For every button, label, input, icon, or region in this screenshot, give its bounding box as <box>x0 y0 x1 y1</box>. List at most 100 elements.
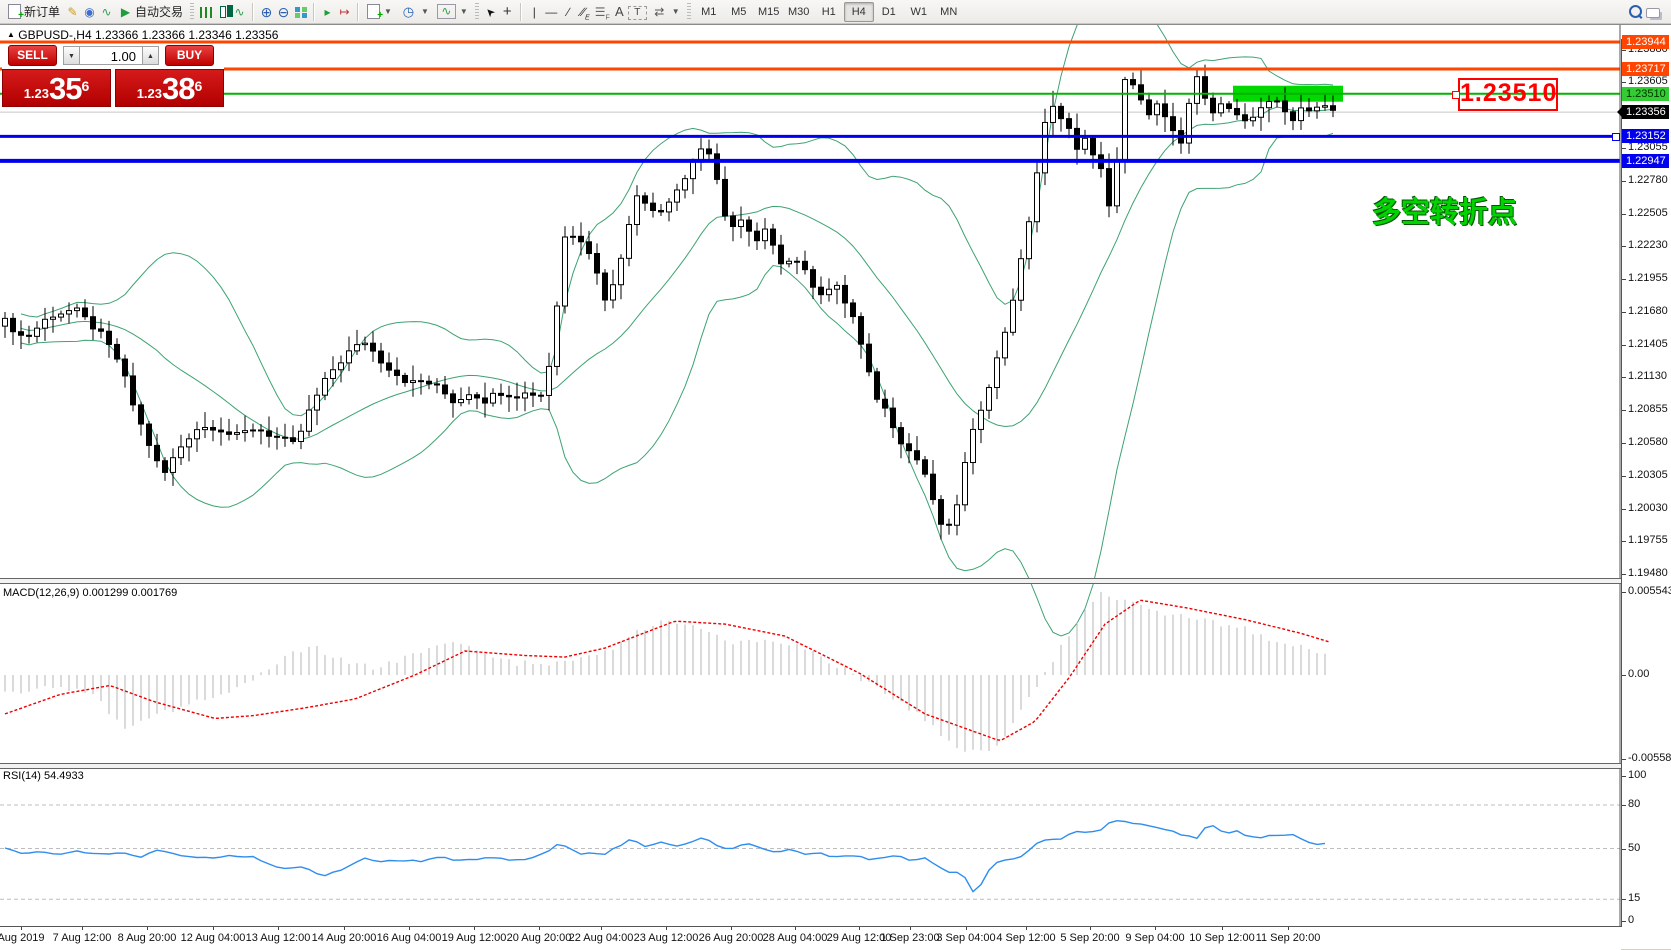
zoom-out-icon[interactable]: ⊖ <box>275 4 292 20</box>
price-tick: 1.23605 <box>1628 75 1668 87</box>
auto-trading-icon: ▶ <box>119 4 132 20</box>
level-price-badge: 1.23944 <box>1622 35 1669 49</box>
timeframe-mn[interactable]: MN <box>934 2 964 22</box>
price-tick: 1.19480 <box>1628 567 1668 579</box>
time-tick: 7 Aug 12:00 <box>53 932 112 944</box>
channel-tool-icon[interactable]: ∕∕E <box>577 4 594 20</box>
zoom-in-icon[interactable]: ⊕ <box>258 4 275 20</box>
macd-label: MACD(12,26,9) 0.001299 0.001769 <box>3 587 177 599</box>
one-click-trading-panel: SELL ▼ 1.00 ▲ BUY 1.23356 1.23386 <box>2 45 224 111</box>
chart-title: ▲ GBPUSD-,H4 1.23366 1.23366 1.23346 1.2… <box>7 28 278 42</box>
volume-input[interactable]: 1.00 <box>80 46 142 65</box>
fibonacci-tool-icon[interactable]: ☰F <box>594 4 611 20</box>
macd-tick: 0.005543 <box>1628 585 1671 597</box>
time-tick: 20 Aug 20:00 <box>507 932 572 944</box>
horizontal-line-tool-icon[interactable]: — <box>543 4 560 20</box>
time-tick: 12 Aug 04:00 <box>181 932 246 944</box>
level-price-badge: 1.23717 <box>1622 62 1669 76</box>
timeframe-w1[interactable]: W1 <box>904 2 934 22</box>
rsi-tick: 0 <box>1628 914 1634 926</box>
trendline-tool-icon[interactable]: ∕ <box>560 4 577 20</box>
buy-button[interactable]: BUY <box>165 45 214 66</box>
arrows-tool-button[interactable]: ⇄▼ <box>647 2 684 22</box>
price-tick: 1.20855 <box>1628 403 1668 415</box>
timeframe-m30[interactable]: M30 <box>784 2 814 22</box>
arrows-tool-icon: ⇄ <box>651 4 668 20</box>
time-tick: 13 Aug 12:00 <box>246 932 311 944</box>
text-tool-icon[interactable]: A <box>611 4 628 20</box>
time-tick: Aug 2019 <box>0 932 45 944</box>
timeframe-buttons: M1M5M15M30H1H4D1W1MN <box>694 2 964 22</box>
toolbar: + 新订单 ✎ ◉ ∿ ▶ 自动交易 ∿ ⊕ ⊖ ▸ ↦ +▼ ◷▼ ∿▼ ➤ … <box>0 0 1671 24</box>
chinese-annotation[interactable]: 多空转折点 <box>1372 189 1517 231</box>
timeframe-m1[interactable]: M1 <box>694 2 724 22</box>
price-tick: 1.19755 <box>1628 534 1668 546</box>
pane-separator-rsi[interactable] <box>0 763 1621 769</box>
new-order-button[interactable]: + 新订单 <box>4 2 64 22</box>
timeframe-h4[interactable]: H4 <box>844 2 874 22</box>
time-tick: 8 Aug 20:00 <box>118 932 177 944</box>
timeframe-m5[interactable]: M5 <box>724 2 754 22</box>
price-tick: 1.20305 <box>1628 469 1668 481</box>
level-price-badge: 1.23152 <box>1622 129 1669 143</box>
timeframe-m15[interactable]: M15 <box>754 2 784 22</box>
line-anchor-handle[interactable] <box>1452 91 1460 99</box>
price-tick: 1.21405 <box>1628 338 1668 350</box>
rsi-tick: 100 <box>1628 769 1646 781</box>
auto-scroll-icon[interactable]: ▸ <box>319 4 336 20</box>
templates-icon: + <box>367 4 380 19</box>
chart-window: ▲ GBPUSD-,H4 1.23366 1.23366 1.23346 1.2… <box>0 24 1671 949</box>
clock-icon: ◷ <box>400 4 417 20</box>
time-tick: 26 Aug 20:00 <box>699 932 764 944</box>
bar-chart-type-icon[interactable] <box>197 4 214 20</box>
auto-trading-button[interactable]: ▶ 自动交易 <box>115 2 187 22</box>
price-tick: 1.22230 <box>1628 239 1668 251</box>
chart-canvas[interactable] <box>0 25 1621 949</box>
sell-button[interactable]: SELL <box>8 45 57 66</box>
pane-separator-macd[interactable] <box>0 578 1621 584</box>
indicators-button[interactable]: ∿▼ <box>433 2 472 22</box>
line-anchor-handle[interactable] <box>1612 133 1620 141</box>
chat-icon[interactable] <box>1644 4 1661 20</box>
chart-shift-icon[interactable]: ↦ <box>336 4 353 20</box>
price-tick: 1.20580 <box>1628 436 1668 448</box>
volume-decrease-button[interactable]: ▼ <box>63 46 80 65</box>
level-price-badge: 1.22947 <box>1622 154 1669 168</box>
collapse-triangle-icon[interactable]: ▲ <box>7 30 15 39</box>
templates-button[interactable]: +▼ <box>363 2 396 22</box>
level-price-badge: 1.23510 <box>1622 87 1669 101</box>
rsi-tick: 15 <box>1628 892 1640 904</box>
time-tick: 4 Sep 12:00 <box>996 932 1055 944</box>
time-tick: 22 Aug 04:00 <box>569 932 634 944</box>
label-tool-icon[interactable]: T <box>628 6 647 20</box>
price-note-object[interactable]: 1.23510 <box>1458 78 1558 111</box>
search-icon[interactable] <box>1627 4 1644 20</box>
tile-windows-icon[interactable] <box>292 4 309 20</box>
vertical-line-tool-icon[interactable]: | <box>526 4 543 20</box>
buy-price-display[interactable]: 1.23386 <box>115 69 224 107</box>
time-axis[interactable]: Aug 2019 7 Aug 12:00 8 Aug 20:00 12 Aug 04:… <box>0 926 1621 950</box>
line-chart-type-icon[interactable]: ∿ <box>231 4 248 20</box>
timeframe-h1[interactable]: H1 <box>814 2 844 22</box>
mt4-window: + 新订单 ✎ ◉ ∿ ▶ 自动交易 ∿ ⊕ ⊖ ▸ ↦ +▼ ◷▼ ∿▼ ➤ … <box>0 0 1671 948</box>
community-icon[interactable]: ◉ <box>81 4 98 20</box>
time-tick: 1 Sep 23:00 <box>880 932 939 944</box>
volume-increase-button[interactable]: ▲ <box>142 46 159 65</box>
rsi-tick: 50 <box>1628 842 1640 854</box>
price-axis[interactable]: 1.238801.236051.230551.227801.225051.222… <box>1621 25 1671 927</box>
crosshair-icon[interactable]: + <box>499 4 516 20</box>
candlestick-type-icon[interactable] <box>214 4 231 20</box>
time-tick: 11 Sep 20:00 <box>1256 932 1321 944</box>
new-order-icon: + <box>8 4 21 19</box>
period-button[interactable]: ◷▼ <box>396 2 433 22</box>
price-tick: 1.21680 <box>1628 305 1668 317</box>
metaeditor-icon[interactable]: ✎ <box>64 4 81 20</box>
signals-icon[interactable]: ∿ <box>98 4 115 20</box>
current-price-badge: 1.23356 <box>1622 105 1669 119</box>
price-tick: 1.21130 <box>1628 370 1667 382</box>
macd-tick: 0.00 <box>1628 668 1649 680</box>
timeframe-d1[interactable]: D1 <box>874 2 904 22</box>
macd-tick: -0.005583 <box>1628 752 1671 764</box>
sell-price-display[interactable]: 1.23356 <box>2 69 111 107</box>
time-tick: 9 Sep 04:00 <box>1125 932 1184 944</box>
